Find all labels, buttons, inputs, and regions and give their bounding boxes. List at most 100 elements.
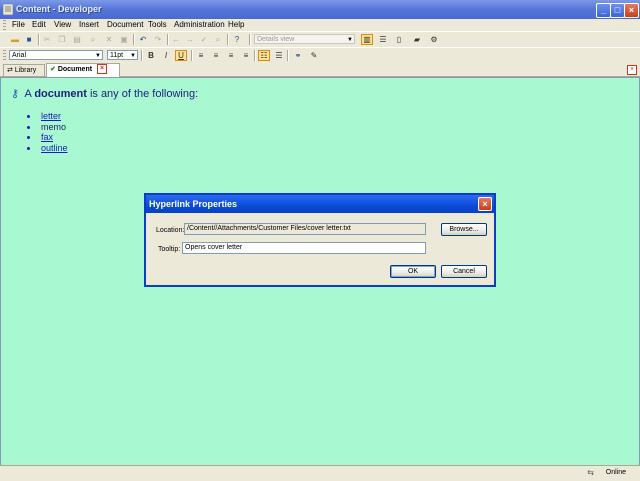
- properties-icon: ▣: [120, 35, 128, 44]
- browse-button[interactable]: Browse...: [441, 223, 487, 236]
- menu-edit[interactable]: Edit: [32, 20, 46, 29]
- align-center-icon: ≡: [213, 51, 219, 60]
- toolbar-grip[interactable]: [3, 50, 6, 61]
- justify-button[interactable]: ≡: [240, 50, 252, 61]
- italic-button[interactable]: I: [160, 50, 172, 61]
- bold-button[interactable]: B: [145, 50, 157, 61]
- hyperlink-properties-dialog: Hyperlink Properties × Location: /Conten…: [144, 193, 496, 287]
- standard-toolbar: ▬ ■ ✂ ❐ ▤ ⌕ ✕ ▣ ↶ ↷ ← → ✓ ⌕ ? Details vi…: [0, 31, 640, 48]
- help-button[interactable]: ?: [231, 34, 243, 45]
- tab-library[interactable]: ⇄ Library: [3, 64, 45, 76]
- publish-button[interactable]: ▰: [411, 34, 423, 45]
- insert-link-button[interactable]: ⚭: [292, 50, 304, 61]
- list-link-fax[interactable]: fax: [41, 132, 53, 142]
- menu-bar: File Edit View Insert Document Tools Adm…: [0, 19, 640, 31]
- undo-button[interactable]: ↶: [137, 34, 149, 45]
- list-link-outline[interactable]: outline: [41, 143, 68, 153]
- menu-insert[interactable]: Insert: [79, 20, 99, 29]
- separator: [38, 34, 40, 45]
- open-folder-button[interactable]: ▬: [9, 34, 21, 45]
- cancel-button[interactable]: Cancel: [441, 265, 487, 278]
- tab-document[interactable]: ✔ Document ×: [46, 63, 120, 77]
- menu-file[interactable]: File: [12, 20, 25, 29]
- align-left-button[interactable]: ≡: [195, 50, 207, 61]
- chevron-down-icon: ▼: [95, 53, 101, 59]
- maximize-button[interactable]: □: [610, 3, 625, 18]
- intro-paragraph: ⚷ A document is any of the following:: [11, 87, 198, 100]
- tab-close-icon[interactable]: ×: [97, 64, 108, 75]
- highlight-button[interactable]: ✎: [308, 50, 320, 61]
- menu-administration[interactable]: Administration: [174, 20, 225, 29]
- numbered-list-button[interactable]: ☰: [273, 50, 285, 61]
- delete-icon: ✕: [105, 35, 113, 44]
- location-label: Location:: [156, 227, 185, 234]
- list-item: letter: [25, 111, 68, 122]
- justify-icon: ≡: [243, 51, 249, 60]
- paste-button[interactable]: ▤: [71, 34, 83, 45]
- settings-icon: ⚙: [430, 35, 438, 44]
- list-view-icon: ☰: [379, 35, 387, 44]
- list-item: fax: [25, 132, 68, 143]
- back-icon: ←: [172, 35, 180, 44]
- toolbar-grip[interactable]: [3, 20, 6, 30]
- forward-button[interactable]: →: [184, 34, 196, 45]
- close-icon: ×: [482, 199, 488, 209]
- tab-document-label: Document: [57, 66, 93, 73]
- ok-button[interactable]: OK: [390, 265, 436, 278]
- minimize-button[interactable]: _: [596, 3, 611, 18]
- cut-button[interactable]: ✂: [41, 34, 53, 45]
- view-split-button[interactable]: ▯: [393, 34, 405, 45]
- underline-button[interactable]: U: [175, 50, 187, 61]
- settings-button[interactable]: ⚙: [428, 34, 440, 45]
- publish-icon: ▰: [413, 35, 421, 44]
- numbered-list-icon: ☰: [275, 51, 283, 60]
- find-button[interactable]: ⌕: [87, 34, 99, 45]
- document-list: letter memo fax outline: [25, 111, 68, 153]
- search-icon: ⌕: [215, 34, 221, 44]
- search-button[interactable]: ⌕: [212, 34, 224, 45]
- delete-button[interactable]: ✕: [103, 34, 115, 45]
- menu-view[interactable]: View: [54, 20, 71, 29]
- dialog-close-button[interactable]: ×: [478, 197, 492, 211]
- library-icon: ⇄: [7, 67, 13, 74]
- menu-help[interactable]: Help: [228, 20, 244, 29]
- view-list-button[interactable]: ☰: [377, 34, 389, 45]
- checkmark-icon: ✔: [50, 66, 56, 73]
- find-icon: ⌕: [90, 34, 96, 44]
- redo-button[interactable]: ↷: [152, 34, 164, 45]
- details-view-icon: ▥: [363, 35, 371, 44]
- copy-icon: ❐: [58, 35, 66, 44]
- minimize-icon: _: [600, 5, 606, 15]
- separator: [133, 34, 135, 45]
- close-button[interactable]: ×: [624, 3, 639, 18]
- maximize-icon: □: [614, 5, 621, 15]
- back-button[interactable]: ←: [170, 34, 182, 45]
- align-right-button[interactable]: ≡: [225, 50, 237, 61]
- view-details-button[interactable]: ▥: [361, 34, 373, 45]
- font-combo[interactable]: Arial ▼: [9, 50, 103, 60]
- document-close-button[interactable]: ×: [627, 65, 637, 75]
- close-icon: ×: [628, 5, 635, 15]
- window-title: Content - Developer: [16, 4, 102, 14]
- separator: [141, 50, 143, 61]
- properties-button[interactable]: ▣: [118, 34, 130, 45]
- align-center-button[interactable]: ≡: [210, 50, 222, 61]
- spellcheck-button[interactable]: ✓: [198, 34, 210, 45]
- forward-icon: →: [186, 35, 194, 44]
- view-combo[interactable]: Details view ▼: [254, 34, 355, 44]
- tooltip-field[interactable]: Opens cover letter: [182, 242, 426, 254]
- copy-button[interactable]: ❐: [56, 34, 68, 45]
- save-button[interactable]: ■: [23, 34, 35, 45]
- font-combo-value: Arial: [12, 52, 27, 59]
- bullet-list-button[interactable]: ☷: [258, 50, 270, 61]
- separator: [287, 50, 289, 61]
- size-combo[interactable]: 11pt ▼: [107, 50, 138, 60]
- network-icon: ⇆: [587, 468, 594, 477]
- menu-document[interactable]: Document: [107, 20, 143, 29]
- menu-tools[interactable]: Tools: [148, 20, 167, 29]
- undo-icon: ↶: [139, 35, 147, 44]
- list-link-letter[interactable]: letter: [41, 111, 61, 121]
- location-field[interactable]: /Content//Attachments/Customer Files/cov…: [184, 223, 426, 235]
- dialog-title: Hyperlink Properties: [146, 195, 494, 213]
- separator: [191, 50, 193, 61]
